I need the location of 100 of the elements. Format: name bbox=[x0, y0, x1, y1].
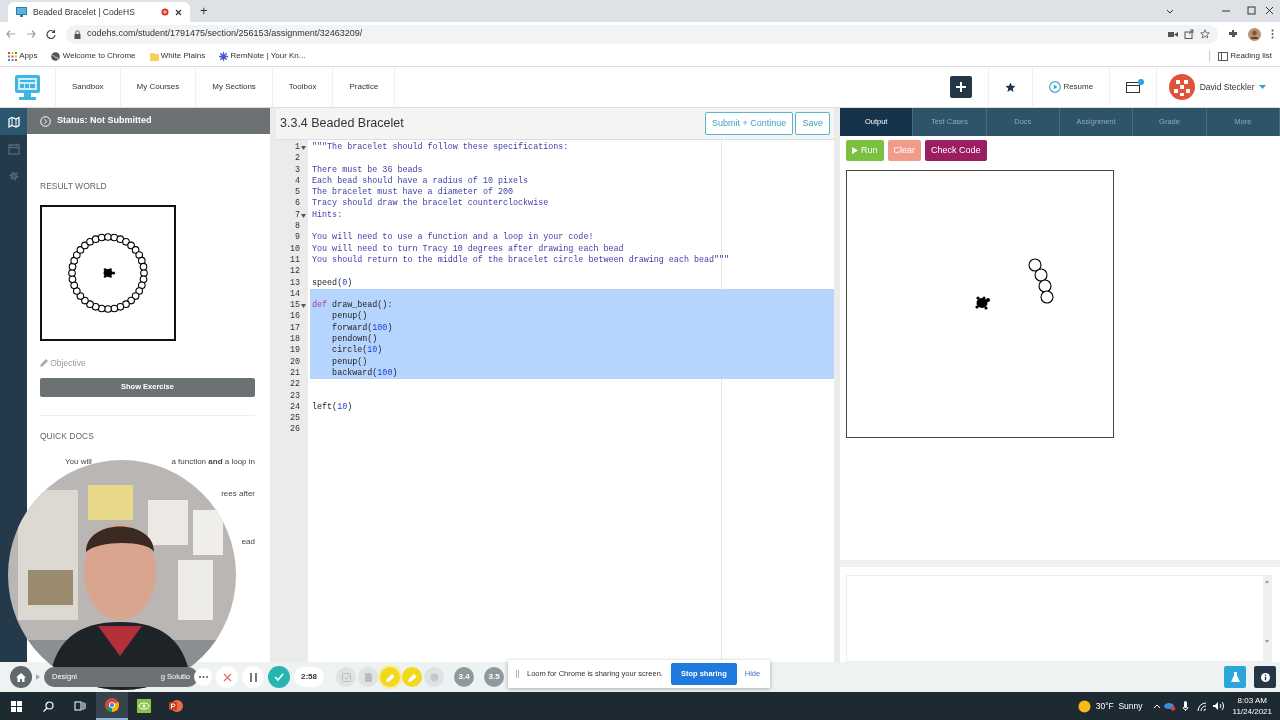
eye-icon bbox=[137, 699, 151, 713]
add-button[interactable] bbox=[950, 76, 973, 98]
code-line[interactable]: There must be 36 beads bbox=[310, 164, 834, 176]
address-bar[interactable]: codehs.com/student/1791475/section/256153/assignment/32463209/ bbox=[66, 24, 1218, 44]
more-button[interactable] bbox=[194, 668, 212, 686]
lab-button[interactable] bbox=[1224, 666, 1246, 688]
line-number: 10 bbox=[288, 243, 301, 255]
code-line[interactable]: """The bracelet should follow these specifications: bbox=[310, 142, 834, 154]
line-number: 16 bbox=[288, 311, 301, 323]
search-icon bbox=[42, 700, 54, 712]
line-number: 3 bbox=[293, 164, 301, 176]
cancel-button[interactable] bbox=[216, 666, 238, 688]
resume-button[interactable]: Resume bbox=[1032, 66, 1110, 108]
fold-arrow-icon[interactable] bbox=[301, 304, 306, 309]
drag-handle-icon[interactable] bbox=[516, 670, 519, 678]
settings-icon bbox=[7, 169, 20, 182]
line-number: 17 bbox=[288, 322, 301, 335]
pencil-icon bbox=[407, 672, 417, 682]
close-icon[interactable] bbox=[175, 8, 182, 16]
line-number: 19 bbox=[288, 345, 301, 357]
profile-icon[interactable] bbox=[1248, 27, 1261, 41]
status-bar: Status: Not Submitted bbox=[27, 108, 270, 134]
forward-icon[interactable] bbox=[26, 29, 36, 39]
avatar-icon bbox=[1169, 74, 1196, 100]
line-number: 13 bbox=[288, 277, 301, 289]
nav-link[interactable]: My Sections bbox=[195, 66, 272, 108]
reload-icon[interactable] bbox=[46, 29, 56, 39]
pause-icon bbox=[249, 672, 257, 682]
line-number: 11 bbox=[288, 254, 301, 267]
home-icon bbox=[16, 672, 26, 682]
beads-drawing bbox=[1028, 258, 1054, 304]
browser-tab[interactable]: Beaded Bracelet | CodeHS bbox=[8, 2, 190, 22]
fold-arrow-icon[interactable] bbox=[301, 146, 306, 150]
bookmark[interactable]: Welcome to Chrome bbox=[51, 50, 136, 62]
presentation-icon bbox=[169, 699, 183, 713]
fold-arrow-icon[interactable] bbox=[301, 213, 306, 218]
task-view-icon bbox=[74, 701, 86, 711]
code-line[interactable]: You will need to use a function and a loop in your code! bbox=[310, 232, 834, 244]
code-line[interactable]: left(10) bbox=[310, 401, 834, 414]
code-line[interactable]: Tracy should draw the bracelet counterclockwise bbox=[310, 198, 834, 210]
play-icon bbox=[1049, 81, 1062, 93]
new-tab-button[interactable]: + bbox=[200, 2, 208, 20]
code-line[interactable]: Hints: bbox=[310, 209, 834, 222]
line-number: 7 bbox=[276, 209, 308, 222]
extensions-icon[interactable] bbox=[1228, 29, 1238, 39]
nav-link[interactable]: Sandbox bbox=[55, 66, 120, 108]
recording-timer: 2:58 bbox=[294, 667, 324, 687]
monitor-icon bbox=[16, 7, 27, 17]
user-menu[interactable]: David Steckler bbox=[1156, 66, 1280, 108]
book-icon bbox=[1217, 51, 1228, 61]
doc-text: rees after bbox=[221, 488, 255, 501]
pencil-icon bbox=[385, 672, 395, 682]
line-number: 8 bbox=[293, 221, 301, 233]
flask-icon bbox=[1230, 672, 1240, 682]
map-icon bbox=[7, 115, 20, 128]
folder-icon bbox=[149, 51, 159, 61]
plus-icon bbox=[956, 82, 967, 92]
checkbox-icon bbox=[341, 672, 351, 682]
bookmark[interactable]: Apps bbox=[8, 50, 38, 62]
assignment-title: 3.3.4 Beaded Bracelet bbox=[280, 115, 404, 133]
code-line[interactable]: The bracelet must have a diameter of 200 bbox=[310, 187, 834, 199]
windows-icon bbox=[10, 700, 22, 712]
chrome-icon bbox=[105, 698, 119, 712]
section-heading: QUICK DOCS bbox=[40, 429, 95, 443]
section-heading: RESULT WORLD bbox=[40, 180, 108, 193]
camera-icon[interactable] bbox=[1168, 30, 1178, 38]
share-icon[interactable] bbox=[1184, 29, 1194, 39]
nav-link[interactable]: My Courses bbox=[119, 66, 196, 108]
code-line[interactable]: You should return to the middle of the bracelet circle between drawing each bead""" bbox=[310, 254, 834, 267]
code-line[interactable]: speed(0) bbox=[310, 277, 834, 289]
circle-icon bbox=[429, 672, 439, 682]
pause-button[interactable] bbox=[242, 666, 264, 688]
reading-list-button[interactable]: Reading list bbox=[1208, 50, 1272, 62]
code-line[interactable]: You will need to turn Tracy 10 degrees after drawing each bead bbox=[310, 243, 834, 255]
code-line[interactable]: Each bead should have a radius of 10 pixels bbox=[310, 175, 834, 188]
pencil-icon bbox=[40, 359, 48, 368]
calendar-icon bbox=[7, 142, 20, 155]
chevron-down-icon[interactable] bbox=[1166, 9, 1174, 15]
info-button[interactable] bbox=[1254, 666, 1276, 688]
objective-label: Objective bbox=[50, 356, 86, 370]
apps-icon bbox=[8, 51, 17, 61]
weather-widget[interactable]: 30°F Sunny bbox=[1078, 699, 1143, 713]
info-icon bbox=[1260, 672, 1270, 682]
nav-link[interactable]: Practice bbox=[332, 66, 396, 108]
nav-link[interactable]: Toolbox bbox=[271, 66, 333, 108]
taskbar-app[interactable] bbox=[96, 692, 128, 720]
document-icon bbox=[363, 672, 373, 682]
line-number: 15 bbox=[276, 300, 308, 312]
run-bar-button[interactable]: Check Code bbox=[925, 139, 987, 162]
play-icon bbox=[852, 146, 858, 154]
bookmark[interactable]: RemNote | Your Kn... bbox=[219, 50, 306, 62]
line-number: 18 bbox=[288, 334, 301, 346]
star-icon[interactable] bbox=[1200, 29, 1210, 39]
back-icon[interactable] bbox=[6, 29, 16, 39]
more-icon[interactable] bbox=[1271, 29, 1274, 39]
line-number: 9 bbox=[293, 232, 301, 244]
line-number: 12 bbox=[288, 266, 301, 278]
tray-icons-drawing[interactable] bbox=[1152, 701, 1225, 711]
bookmark[interactable]: White Plains bbox=[149, 50, 206, 62]
home-button[interactable] bbox=[10, 666, 32, 688]
